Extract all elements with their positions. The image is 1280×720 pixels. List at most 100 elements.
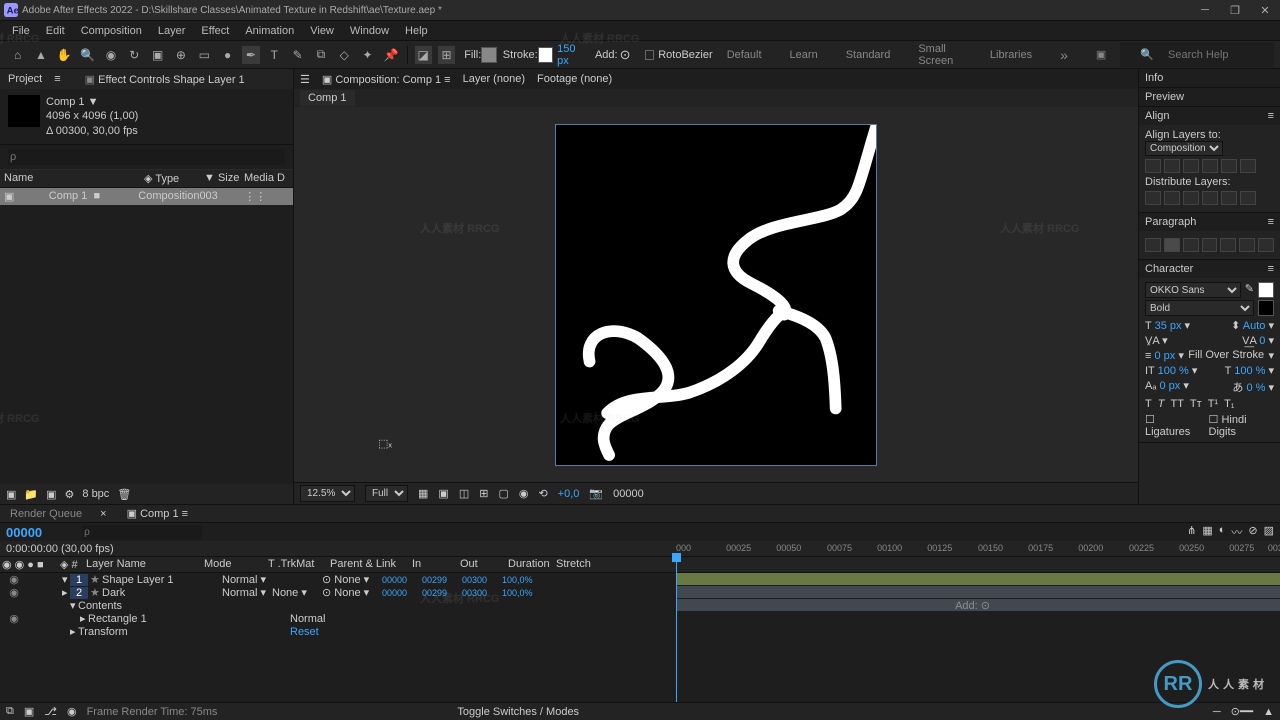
col-media[interactable]: Media D: [244, 172, 285, 185]
resolution-select[interactable]: Full: [365, 485, 408, 502]
selection-tool[interactable]: ▲: [32, 46, 49, 64]
layer-bar[interactable]: [676, 599, 1280, 612]
stroke-swatch[interactable]: [538, 47, 553, 63]
hdr-mode[interactable]: Mode: [202, 558, 266, 571]
work-area[interactable]: [676, 573, 1280, 586]
exposure-value[interactable]: +0,0: [558, 488, 580, 500]
transform-reset[interactable]: Reset: [290, 626, 319, 638]
time-ruler[interactable]: 000 00025 00050 00075 00100 00125 00150 …: [676, 541, 1280, 556]
toggle-icon[interactable]: ◉: [67, 705, 77, 718]
toggle-transparency-icon[interactable]: ▦: [418, 487, 428, 500]
workspace-libraries[interactable]: Libraries: [976, 45, 1046, 65]
align-v-center[interactable]: [1221, 159, 1237, 173]
footage-tab[interactable]: Footage (none): [537, 73, 612, 85]
v-scale[interactable]: 100 %: [1158, 365, 1189, 377]
menu-animation[interactable]: Animation: [237, 25, 302, 37]
all-caps[interactable]: TT: [1170, 398, 1183, 410]
menu-window[interactable]: Window: [342, 25, 397, 37]
para-left[interactable]: [1145, 238, 1161, 252]
layer-tab[interactable]: Layer (none): [463, 73, 525, 85]
toggle-icon[interactable]: ▣: [24, 705, 34, 718]
menu-effect[interactable]: Effect: [193, 25, 237, 37]
flowchart-icon[interactable]: ☰: [300, 73, 310, 86]
add-button[interactable]: ⊙: [620, 47, 631, 63]
pen-tool[interactable]: ✒: [242, 46, 259, 64]
dist-1[interactable]: [1145, 191, 1161, 205]
hdr-duration[interactable]: Duration: [506, 558, 554, 571]
draft3d-icon[interactable]: ▦: [1202, 524, 1212, 540]
bpc-label[interactable]: 8 bpc: [82, 488, 109, 500]
composition-canvas[interactable]: [556, 125, 876, 465]
frame-blend-icon[interactable]: 〰: [1231, 524, 1242, 540]
eraser-tool[interactable]: ◇: [336, 46, 353, 64]
toggle-mask-icon[interactable]: ▣: [438, 487, 448, 500]
toggle-icon[interactable]: ⎇: [44, 705, 57, 718]
timeline-comp-tab[interactable]: ▣ Comp 1 ≡: [117, 507, 198, 520]
stroke-w[interactable]: 0 px: [1154, 350, 1175, 362]
snap2-icon[interactable]: ⊞: [438, 46, 455, 64]
orbit-tool[interactable]: ◉: [102, 46, 119, 64]
hindi-checkbox[interactable]: Hindi Digits: [1209, 414, 1247, 438]
col-name[interactable]: Name: [4, 172, 144, 185]
camera-tool[interactable]: ▣: [149, 46, 166, 64]
pan-behind-tool[interactable]: ⊕: [172, 46, 189, 64]
workspace-default[interactable]: Default: [713, 45, 776, 65]
ligatures-checkbox[interactable]: Ligatures: [1145, 426, 1190, 438]
roto-checkbox[interactable]: [645, 50, 655, 60]
project-menu-icon[interactable]: ≡: [54, 73, 60, 85]
col-size[interactable]: ▼ Size: [204, 172, 244, 185]
eyedropper-icon[interactable]: ✎: [1245, 282, 1254, 298]
search-input[interactable]: [1168, 49, 1268, 61]
rect-mode[interactable]: Normal: [290, 613, 325, 625]
menu-view[interactable]: View: [302, 25, 342, 37]
para-right[interactable]: [1183, 238, 1199, 252]
timeline-search-input[interactable]: [82, 525, 202, 540]
font-size[interactable]: 35 px: [1155, 320, 1182, 332]
h-scale[interactable]: 100 %: [1234, 365, 1265, 377]
playhead[interactable]: [676, 556, 677, 720]
menu-edit[interactable]: Edit: [38, 25, 73, 37]
para-j4[interactable]: [1258, 238, 1274, 252]
char-fill-swatch[interactable]: [1258, 282, 1274, 298]
maximize-button[interactable]: ❐: [1220, 0, 1250, 21]
grid-icon[interactable]: ⊞: [479, 487, 488, 500]
fill-swatch[interactable]: [481, 47, 496, 63]
info-panel-title[interactable]: Info: [1145, 72, 1163, 84]
hdr-in[interactable]: In: [410, 558, 458, 571]
dist-4[interactable]: [1202, 191, 1218, 205]
reset-workspace-icon[interactable]: ▣: [1082, 44, 1120, 65]
puppet-tool[interactable]: 📌: [382, 46, 399, 64]
channel-icon[interactable]: ◉: [519, 487, 529, 500]
col-type[interactable]: ◈ Type: [144, 172, 204, 185]
leading[interactable]: Auto: [1243, 320, 1266, 332]
trash-icon[interactable]: 🗑: [117, 488, 131, 501]
project-search-input[interactable]: [8, 149, 285, 165]
character-panel-title[interactable]: Character: [1145, 263, 1193, 275]
effect-controls-tab[interactable]: ▣ Effect Controls Shape Layer 1: [77, 73, 253, 86]
brush-tool[interactable]: ✎: [289, 46, 306, 64]
para-j1[interactable]: [1202, 238, 1218, 252]
para-center[interactable]: [1164, 238, 1180, 252]
shy-icon[interactable]: ◐: [1219, 524, 1226, 540]
menu-help[interactable]: Help: [397, 25, 436, 37]
visibility-toggle[interactable]: ◉: [4, 586, 24, 599]
fill-over-stroke[interactable]: Fill Over Stroke: [1188, 349, 1264, 362]
toggle-icon[interactable]: ⧉: [6, 705, 14, 718]
project-tab[interactable]: Project: [0, 73, 50, 85]
project-row[interactable]: ▣ Comp 1 ■ Composition 003 ⋮⋮: [0, 188, 293, 205]
align-right[interactable]: [1183, 159, 1199, 173]
align-left[interactable]: [1145, 159, 1161, 173]
panel-menu-icon[interactable]: ≡: [1268, 110, 1274, 122]
hdr-parent[interactable]: Parent & Link: [328, 558, 410, 571]
superscript[interactable]: T¹: [1208, 398, 1218, 410]
align-to-select[interactable]: Composition: [1145, 141, 1223, 156]
para-j2[interactable]: [1220, 238, 1236, 252]
workspace-learn[interactable]: Learn: [776, 45, 832, 65]
dist-6[interactable]: [1240, 191, 1256, 205]
comp-inner-tab[interactable]: Comp 1: [300, 90, 355, 106]
stroke-width[interactable]: 150 px: [557, 43, 589, 67]
rotate-tool[interactable]: ↻: [126, 46, 143, 64]
hdr-trkmat[interactable]: T .TrkMat: [266, 558, 328, 571]
layer-name[interactable]: Shape Layer 1: [102, 574, 222, 586]
motion-blur-icon[interactable]: ⊘: [1248, 524, 1257, 540]
